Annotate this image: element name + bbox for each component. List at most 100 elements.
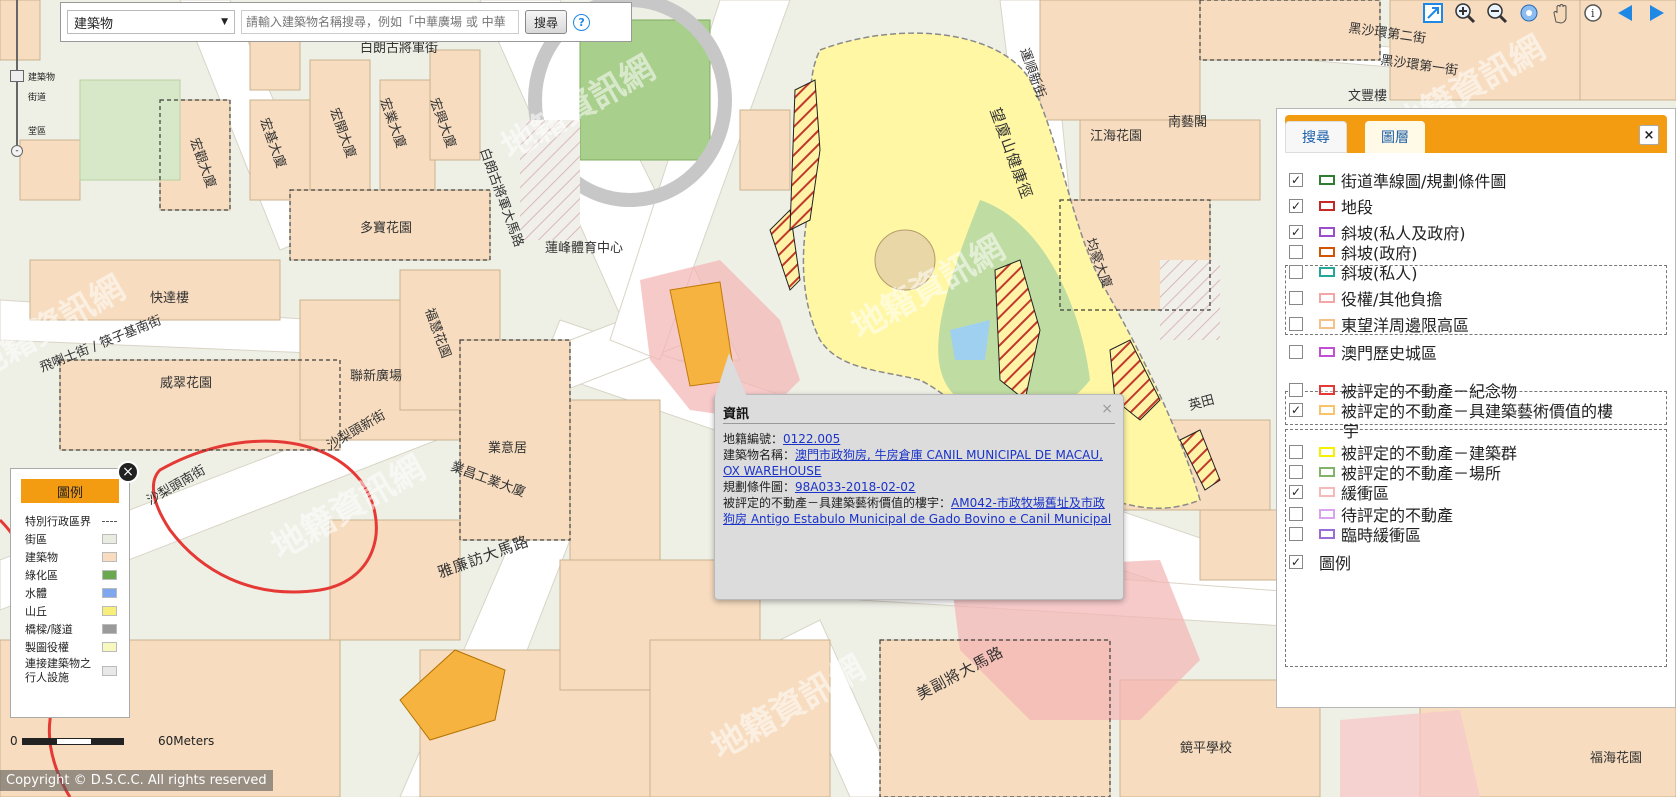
copyright: Copyright © D.S.C.C. All rights reserved xyxy=(0,770,273,791)
legend-item-swatch xyxy=(102,642,117,652)
layer-checkbox[interactable]: ✓ xyxy=(1289,225,1303,239)
layer-row[interactable]: 東望洋周邊限高區 xyxy=(1289,313,1469,335)
map-label: 江海花園 xyxy=(1090,128,1142,144)
layer-label: 澳門歷史城區 xyxy=(1341,344,1438,363)
map-label: 聯新廣場 xyxy=(350,368,402,384)
layer-checkbox[interactable]: ✓ xyxy=(1289,403,1303,417)
legend-item: 連接建築物之行人設施 xyxy=(25,657,117,685)
forward-icon[interactable] xyxy=(1644,0,1670,26)
legend-item-swatch xyxy=(102,666,117,676)
zoom-level-building[interactable]: 建築物 xyxy=(28,70,55,83)
full-extent-icon[interactable] xyxy=(1420,0,1446,26)
identify-icon[interactable] xyxy=(1516,0,1542,26)
map-label: 鏡平學校 xyxy=(1180,740,1232,756)
layer-checkbox[interactable] xyxy=(1289,445,1303,459)
legend-item: 水體 xyxy=(25,585,117,601)
map-label: 福海花園 xyxy=(1590,750,1642,766)
tab-layers[interactable]: 圖層 xyxy=(1365,121,1425,153)
legend-item-swatch xyxy=(102,552,117,562)
zoom-thumb[interactable] xyxy=(10,70,24,82)
layer-checkbox[interactable] xyxy=(1289,291,1303,305)
map-toolbar: i xyxy=(1420,0,1670,26)
zoom-out-icon[interactable]: - xyxy=(11,145,23,157)
layer-row[interactable]: ✓ 圖例 xyxy=(1289,551,1351,573)
legend-item-label: 連接建築物之行人設施 xyxy=(25,657,91,684)
layer-checkbox[interactable] xyxy=(1289,465,1303,479)
info-popup: 資訊 × 地籍編號：0122.005 建築物名稱：澳門市政狗房, 牛房倉庫 CA… xyxy=(714,353,1124,600)
layer-checkbox[interactable] xyxy=(1289,345,1303,359)
layer-row[interactable]: ✓ 緩衝區 xyxy=(1289,481,1389,503)
zoom-out-icon[interactable] xyxy=(1484,0,1510,26)
legend-item: 街區 xyxy=(25,531,117,547)
back-icon[interactable] xyxy=(1612,0,1638,26)
legend-item-label: 特別行政區界 xyxy=(25,515,91,528)
zoom-in-icon[interactable] xyxy=(1452,0,1478,26)
layer-swatch xyxy=(1319,347,1335,357)
popup-plan-link[interactable]: 98A033-2018-02-02 xyxy=(795,480,915,494)
layer-label: 街道準線圖/規劃條件圖 xyxy=(1341,172,1507,191)
legend-item-swatch xyxy=(102,570,117,580)
search-input[interactable] xyxy=(241,10,519,34)
legend-close-button[interactable]: × xyxy=(117,461,139,483)
pan-hand-icon[interactable] xyxy=(1548,0,1574,26)
tab-search[interactable]: 搜尋 xyxy=(1285,121,1347,153)
layer-label-continuation: 宇 xyxy=(1343,422,1360,441)
chevron-down-icon: ▼ xyxy=(221,17,228,27)
legend-item-swatch xyxy=(102,624,117,634)
svg-text:i: i xyxy=(1591,7,1595,20)
search-bar: 建築物 ▼ 搜尋 ? xyxy=(60,2,632,42)
legend-item-label: 綠化區 xyxy=(25,569,58,582)
layer-checkbox[interactable] xyxy=(1289,265,1303,279)
zoom-level-street[interactable]: 街道 xyxy=(28,90,46,103)
popup-close-button[interactable]: × xyxy=(1101,401,1113,417)
legend-item-swatch xyxy=(102,534,117,544)
layer-checkbox[interactable]: ✓ xyxy=(1289,555,1303,569)
legend-item-label: 製圖役權 xyxy=(25,641,69,654)
layer-swatch xyxy=(1319,267,1335,277)
layer-row[interactable]: ✓ 街道準線圖/規劃條件圖 xyxy=(1289,169,1506,191)
popup-building-row: 建築物名稱：澳門市政狗房, 牛房倉庫 CANIL MUNICIPAL DE MA… xyxy=(723,447,1113,479)
panel-close-button[interactable]: × xyxy=(1639,125,1659,145)
layer-checkbox[interactable] xyxy=(1289,245,1303,259)
layer-swatch xyxy=(1319,467,1335,477)
popup-plan-row: 規劃條件圖：98A033-2018-02-02 xyxy=(723,479,1113,495)
layer-label: 斜坡(私人) xyxy=(1341,264,1418,283)
layer-label: 地段 xyxy=(1341,198,1374,217)
map-label: 蓮峰體育中心 xyxy=(545,240,623,256)
layer-swatch xyxy=(1319,201,1335,211)
layer-row[interactable]: 臨時緩衝區 xyxy=(1289,523,1421,545)
map-label: 威翠花園 xyxy=(160,375,212,391)
layer-row[interactable]: 澳門歷史城區 xyxy=(1289,341,1437,363)
info-icon[interactable]: i xyxy=(1580,0,1606,26)
legend-item: 建築物 xyxy=(25,549,117,565)
layer-swatch xyxy=(1319,227,1335,237)
legend-item-label: 橋樑/隧道 xyxy=(25,623,73,636)
legend-item-swatch xyxy=(102,606,117,616)
legend-item: 綠化區 xyxy=(25,567,117,583)
map-label: 業意居 xyxy=(488,440,527,456)
layer-checkbox[interactable] xyxy=(1289,383,1303,397)
legend-item-label: 水體 xyxy=(25,587,47,600)
layer-label: 緩衝區 xyxy=(1341,484,1390,503)
popup-building-label: 建築物名稱： xyxy=(723,448,796,462)
layer-checkbox[interactable]: ✓ xyxy=(1289,485,1303,499)
scale-bar: 0 60Meters xyxy=(10,734,230,754)
search-button[interactable]: 搜尋 xyxy=(525,10,568,34)
zoom-level-parish[interactable]: 堂區 xyxy=(28,124,46,137)
layer-row[interactable]: 役權/其他負擔 xyxy=(1289,287,1442,309)
layer-row[interactable]: ✓ 地段 xyxy=(1289,195,1373,217)
layer-checkbox[interactable] xyxy=(1289,507,1303,521)
layer-checkbox[interactable] xyxy=(1289,317,1303,331)
layer-checkbox[interactable] xyxy=(1289,527,1303,541)
layer-swatch xyxy=(1319,487,1335,497)
layer-checkbox[interactable]: ✓ xyxy=(1289,173,1303,187)
zoom-slider[interactable]: 建築物 街道 堂區 - xyxy=(8,0,68,160)
layer-swatch xyxy=(1319,529,1335,539)
search-type-select[interactable]: 建築物 ▼ xyxy=(67,10,235,34)
help-icon[interactable]: ? xyxy=(573,13,591,31)
popup-lot-link[interactable]: 0122.005 xyxy=(783,432,840,446)
layer-row[interactable]: 斜坡(私人) xyxy=(1289,261,1418,283)
layer-row[interactable]: ✓ 被評定的不動產－具建築藝術價值的樓 xyxy=(1289,399,1613,421)
layer-checkbox[interactable]: ✓ xyxy=(1289,199,1303,213)
layer-row[interactable]: 被評定的不動產－場所 xyxy=(1289,461,1501,483)
